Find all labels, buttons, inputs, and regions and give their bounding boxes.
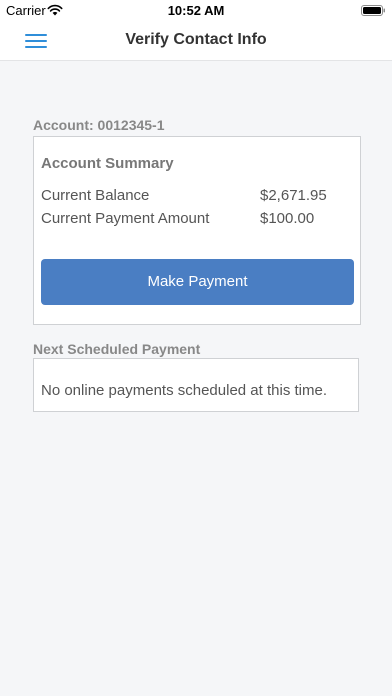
no-payments-message: No online payments scheduled at this tim…: [41, 382, 327, 399]
account-summary-card: Account Summary Current Balance $2,671.9…: [33, 136, 361, 325]
status-bar: Carrier 10:52 AM: [0, 0, 392, 22]
account-summary-title: Account Summary: [41, 155, 174, 172]
current-balance-value: $2,671.95: [260, 187, 327, 204]
page-title: Verify Contact Info: [125, 31, 267, 48]
battery-icon: [361, 5, 385, 16]
next-scheduled-payment-heading: Next Scheduled Payment: [33, 341, 201, 357]
current-payment-amount-value: $100.00: [260, 210, 315, 227]
make-payment-button[interactable]: Make Payment: [41, 259, 354, 305]
account-number-heading: Account: 0012345-1: [33, 117, 165, 133]
current-payment-amount-label: Current Payment Amount: [41, 210, 210, 227]
nav-bar: Verify Contact Info: [0, 22, 392, 61]
next-scheduled-payment-card: No online payments scheduled at this tim…: [33, 358, 359, 412]
clock-label: 10:52 AM: [167, 3, 225, 18]
current-balance-label: Current Balance: [41, 187, 150, 204]
